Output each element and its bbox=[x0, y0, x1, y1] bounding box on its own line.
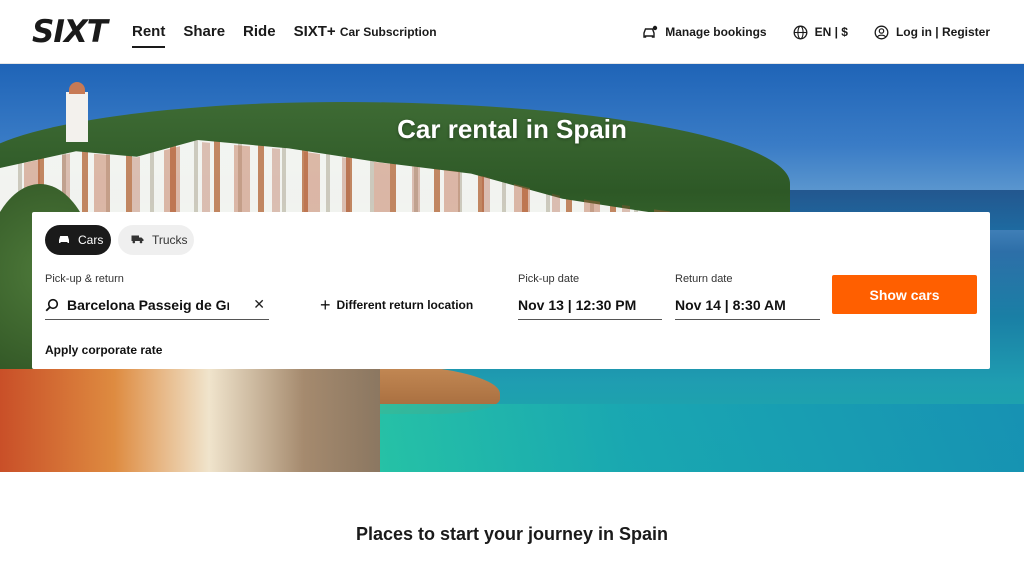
tab-cars[interactable]: Cars bbox=[45, 225, 111, 255]
page-title: Car rental in Spain bbox=[397, 114, 627, 144]
truck-icon bbox=[131, 233, 144, 247]
car-booking-icon bbox=[642, 25, 658, 39]
manage-bookings-link[interactable]: Manage bookings bbox=[642, 25, 767, 39]
search-icon bbox=[45, 298, 59, 312]
tab-trucks[interactable]: Trucks bbox=[118, 225, 194, 255]
return-date-field[interactable]: Nov 14 | 8:30 AM bbox=[675, 290, 820, 320]
search-card: Cars Trucks Pick-up & return ✕ + Differe… bbox=[32, 212, 990, 369]
return-date-label: Return date bbox=[675, 273, 733, 285]
apply-corporate-rate-link[interactable]: Apply corporate rate bbox=[45, 343, 162, 357]
nav-subscription[interactable]: SIXT+ Car Subscription bbox=[294, 0, 437, 64]
login-label: Log in | Register bbox=[895, 25, 990, 39]
clear-location-button[interactable]: ✕ bbox=[253, 296, 265, 312]
places-section-title: Places to start your journey in Spain bbox=[355, 524, 669, 544]
user-icon bbox=[874, 25, 889, 40]
hero-house bbox=[0, 369, 380, 472]
manage-bookings-label: Manage bookings bbox=[665, 25, 767, 39]
subscription-prefix: SIXT+ bbox=[293, 23, 336, 40]
main-nav: Rent Share Ride SIXT+ Car Subscription bbox=[132, 0, 437, 64]
pickup-date-label: Pick-up date bbox=[518, 273, 580, 285]
location-input[interactable] bbox=[67, 296, 229, 313]
pickup-return-label: Pick-up & return bbox=[45, 273, 124, 285]
tab-cars-label: Cars bbox=[78, 233, 104, 247]
header-actions: Manage bookings EN | $ Log in | Register bbox=[642, 0, 990, 64]
locale-selector[interactable]: EN | $ bbox=[793, 25, 848, 40]
location-field[interactable]: ✕ bbox=[45, 290, 269, 320]
different-return-location-button[interactable]: + Different return location bbox=[320, 295, 474, 315]
hero-lagoon bbox=[360, 404, 1024, 472]
globe-icon bbox=[793, 25, 808, 40]
locale-label: EN | $ bbox=[814, 25, 848, 39]
subscription-label: Car Subscription bbox=[339, 25, 437, 39]
login-link[interactable]: Log in | Register bbox=[874, 25, 990, 40]
nav-rent[interactable]: Rent bbox=[132, 0, 166, 64]
different-return-label: Different return location bbox=[336, 298, 474, 312]
show-cars-button[interactable]: Show cars bbox=[832, 275, 977, 314]
pickup-date-field[interactable]: Nov 13 | 12:30 PM bbox=[518, 290, 662, 320]
nav-share[interactable]: Share bbox=[183, 0, 225, 64]
return-date-value: Nov 14 | 8:30 AM bbox=[675, 296, 786, 313]
tab-trucks-label: Trucks bbox=[152, 233, 188, 247]
site-header: SIXT Rent Share Ride SIXT+ Car Subscript… bbox=[0, 0, 1024, 64]
sixt-logo[interactable]: SIXT bbox=[32, 14, 108, 50]
pickup-date-value: Nov 13 | 12:30 PM bbox=[518, 296, 637, 313]
car-icon bbox=[58, 233, 70, 247]
plus-icon: + bbox=[320, 295, 331, 315]
nav-ride[interactable]: Ride bbox=[243, 0, 276, 64]
